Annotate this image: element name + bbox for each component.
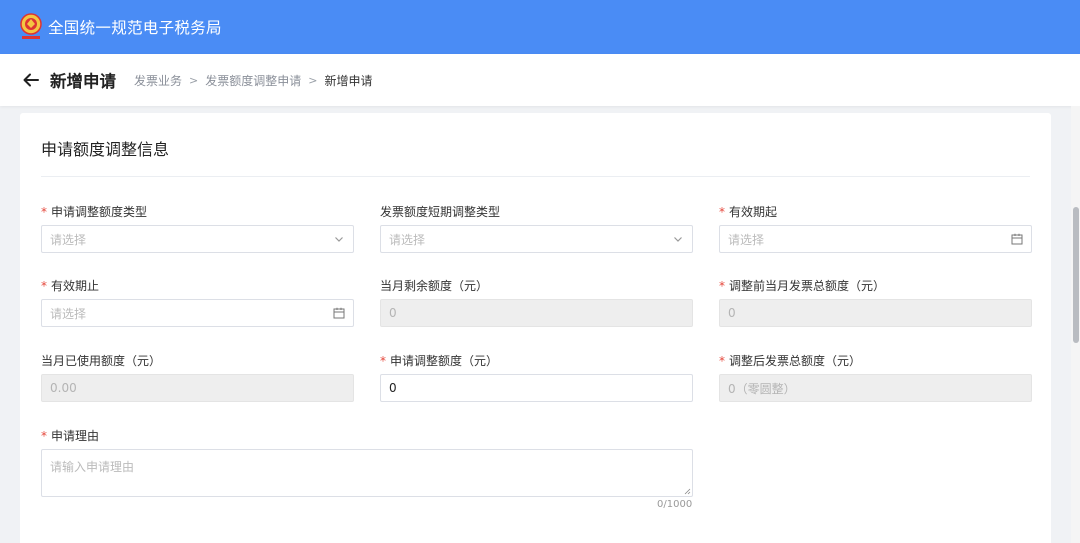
arrow-left-icon [23, 73, 39, 87]
required-mark: * [719, 279, 725, 293]
field-label: * 有效期止 [41, 279, 100, 293]
field-label: * 申请调整额度类型 [41, 205, 148, 219]
divider [41, 176, 1030, 177]
breadcrumb-item-invoice-business[interactable]: 发票业务 [134, 72, 182, 89]
required-mark: * [41, 429, 47, 443]
field-label: 当月剩余额度（元） [380, 279, 489, 293]
valid-to-field: * 有效期止 请选择 [41, 277, 354, 327]
remaining-quota-field: 当月剩余额度（元） 0 [380, 277, 693, 327]
section-title: 申请额度调整信息 [41, 140, 170, 159]
resize-grip-icon[interactable] [684, 488, 691, 495]
field-label: * 申请理由 [41, 429, 100, 443]
top-navigation-bar: 全国统一规范电子税务局 [0, 0, 1080, 54]
calendar-icon [333, 307, 345, 319]
page-header: 新增申请 发票业务 > 发票额度调整申请 > 新增申请 [0, 54, 1080, 106]
field-label: * 有效期起 [719, 205, 778, 219]
back-button[interactable] [22, 71, 40, 89]
field-label: * 调整前当月发票总额度（元） [719, 279, 886, 293]
post-total-quota-field: * 调整后发票总额度（元） 0（零圆整） [719, 352, 1032, 402]
remaining-quota-input: 0 [380, 299, 693, 327]
short-term-type-select[interactable]: 请选择 [380, 225, 693, 253]
form-card: 申请额度调整信息 * 申请调整额度类型 请选择 发票额度短期调整类型 请选择 * 有… [20, 113, 1051, 543]
required-mark: * [719, 205, 725, 219]
field-label: * 调整后发票总额度（元） [719, 354, 862, 368]
required-mark: * [41, 279, 47, 293]
pre-total-quota-field: * 调整前当月发票总额度（元） 0 [719, 277, 1032, 327]
valid-from-field: * 有效期起 请选择 [719, 203, 1032, 253]
app-title: 全国统一规范电子税务局 [48, 19, 222, 37]
field-label: * 申请调整额度（元） [380, 354, 499, 368]
chevron-right-icon: > [189, 73, 199, 87]
character-counter: 0/1000 [657, 499, 693, 510]
scrollbar-thumb[interactable] [1073, 207, 1079, 343]
adjust-type-select[interactable]: 请选择 [41, 225, 354, 253]
reason-textarea[interactable]: 请输入申请理由 [41, 449, 693, 497]
used-quota-field: 当月已使用额度（元） 0.00 [41, 352, 354, 402]
breadcrumb-item-current: 新增申请 [324, 73, 373, 88]
calendar-icon [1011, 233, 1023, 245]
chevron-down-icon [335, 237, 343, 242]
required-mark: * [380, 354, 386, 368]
reason-field: * 申请理由 请输入申请理由 [41, 427, 693, 497]
post-total-quota-input: 0（零圆整） [719, 374, 1032, 402]
short-term-type-field: 发票额度短期调整类型 请选择 [380, 203, 693, 253]
used-quota-input: 0.00 [41, 374, 354, 402]
valid-from-date-picker[interactable]: 请选择 [719, 225, 1032, 253]
chevron-down-icon [674, 237, 682, 242]
adjust-type-field: * 申请调整额度类型 请选择 [41, 203, 354, 253]
required-mark: * [41, 205, 47, 219]
breadcrumb: 发票业务 > 发票额度调整申请 > 新增申请 [134, 72, 372, 89]
page-title: 新增申请 [50, 72, 116, 91]
adjust-amount-field: * 申请调整额度（元） 0 [380, 352, 693, 402]
breadcrumb-item-quota-adjust[interactable]: 发票额度调整申请 [205, 72, 301, 89]
valid-to-date-picker[interactable]: 请选择 [41, 299, 354, 327]
adjust-amount-input[interactable]: 0 [380, 374, 693, 402]
chevron-right-icon: > [308, 73, 318, 87]
pre-total-quota-input: 0 [719, 299, 1032, 327]
field-label: 发票额度短期调整类型 [380, 205, 501, 219]
tax-emblem-logo[interactable] [18, 12, 44, 42]
required-mark: * [719, 354, 725, 368]
field-label: 当月已使用额度（元） [41, 354, 162, 368]
